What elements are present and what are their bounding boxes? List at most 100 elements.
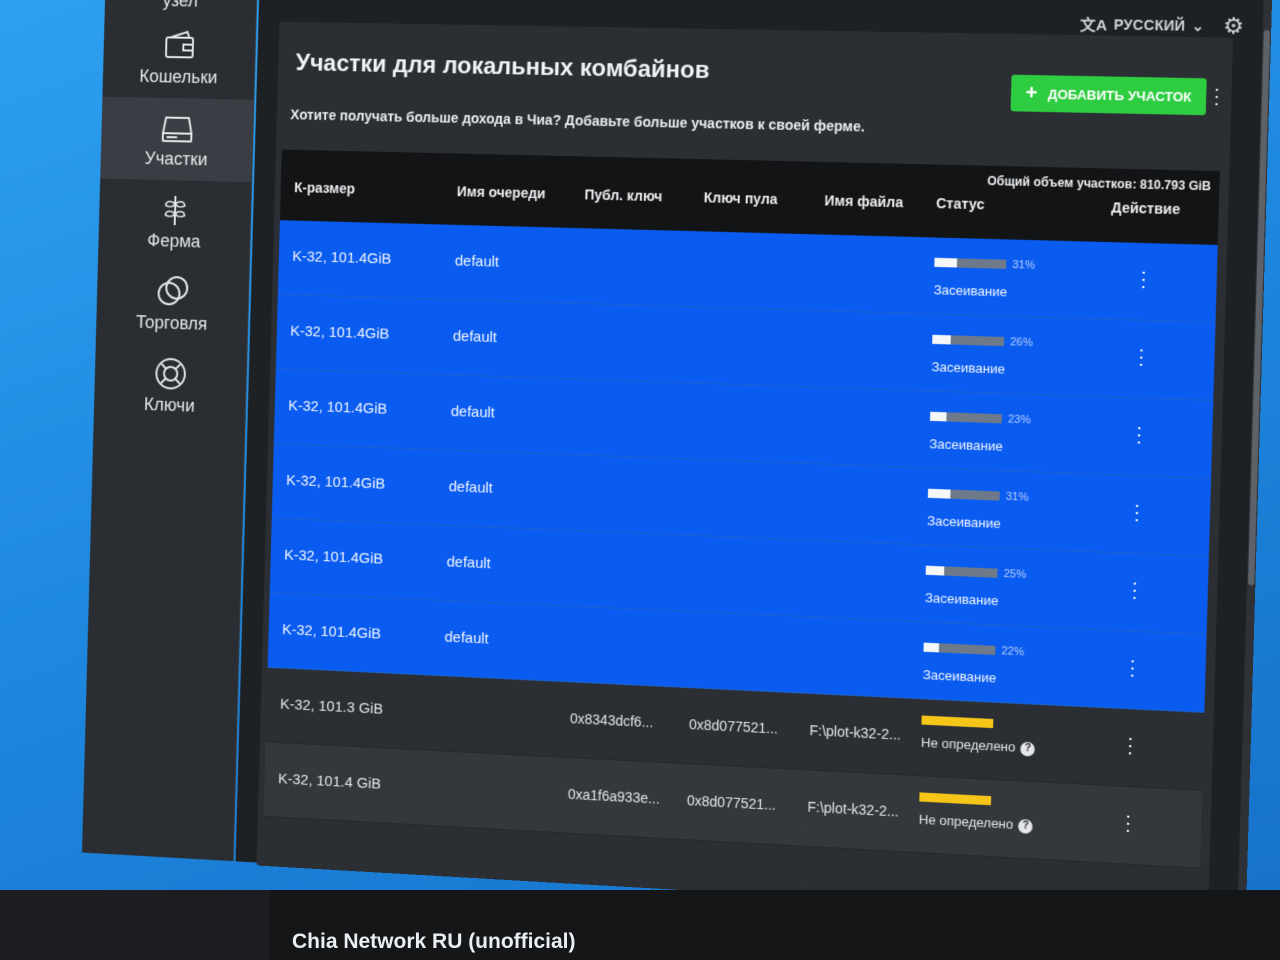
column-header-action: Действие [1111,199,1180,217]
status-label: Засеивание [923,667,1088,690]
row-more-icon[interactable]: ⋮ [1133,269,1154,290]
progress-fill [934,258,956,268]
row-more-icon[interactable]: ⋮ [1124,580,1145,601]
status-bar [919,792,991,805]
sidebar-item-farm[interactable]: Ферма [98,178,251,264]
row-more-icon[interactable]: ⋮ [1117,813,1138,835]
cell-status: 22% Засеивание [923,639,1089,690]
sidebar-item-keys[interactable]: Ключи [94,342,247,429]
cell-queue: default [444,629,488,648]
sidebar-item-label: Участки [101,147,253,171]
cell-queue: default [446,554,490,573]
progress-bar [930,412,1002,424]
sidebar-item-label: Торговля [96,311,247,336]
plus-icon: + [1025,83,1038,104]
progress-bar [926,566,998,578]
sidebar-item-wallets[interactable]: Кошельки [102,15,255,100]
lifebuoy-icon [94,352,246,396]
chevron-down-icon: ⌄ [1191,17,1204,35]
add-plot-label: ДОБАВИТЬ УЧАСТОК [1048,86,1192,104]
sidebar-item-label: Ключи [94,393,245,419]
app-window: узел Кошельки Участки Ферма Торговля Клю… [63,0,1261,919]
row-more-icon[interactable]: ⋮ [1120,735,1141,756]
progress-percent: 31% [1006,490,1029,503]
progress-fill [926,566,944,576]
progress-percent: 25% [1003,568,1026,581]
progress-fill [930,412,947,422]
progress-fill [923,643,939,653]
wallet-icon [103,25,255,67]
cell-pubkey: 0xa1f6a933e... [568,786,660,807]
more-vert-icon[interactable]: ⋮ [1206,87,1228,108]
translate-icon: 文A [1080,13,1108,35]
cell-size: K-32, 101.4 GiB [278,770,381,792]
column-header-status[interactable]: Статус [936,195,985,212]
status-label: Засеивание [927,513,1092,535]
help-icon[interactable]: ? [1020,741,1035,756]
status-label: Засеивание [929,436,1094,457]
sidebar: узел Кошельки Участки Ферма Торговля Клю… [82,0,258,861]
plots-card: Участки для локальных комбайнов Хотите п… [257,22,1234,921]
cell-pubkey: 0x8343dcf6... [570,710,654,730]
language-label: РУССКИЙ [1113,16,1185,34]
cell-filename: F:\plot-k32-2... [809,722,901,743]
sidebar-item-trade[interactable]: Торговля [96,260,249,347]
cell-queue: default [449,478,493,497]
help-icon[interactable]: ? [1018,819,1033,834]
cell-size: K-32, 101.4GiB [292,248,391,268]
progress-bar [932,335,1004,346]
sidebar-item-label: Кошельки [103,66,255,89]
page-subtitle: Хотите получать больше дохода в Чиа? Доб… [290,106,865,134]
cell-status: 26% Засеивание [931,331,1097,380]
harddrive-icon [101,106,253,148]
language-selector[interactable]: 文A РУССКИЙ ⌄ [1080,13,1205,37]
cell-poolkey: 0x8d077521... [687,792,776,813]
add-plot-button[interactable]: + ДОБАВИТЬ УЧАСТОК [1011,75,1207,116]
column-header-queue[interactable]: Имя очереди [457,183,546,201]
page-title: Участки для локальных комбайнов [295,50,710,86]
row-more-icon[interactable]: ⋮ [1126,502,1147,523]
progress-fill [928,489,950,499]
progress-percent: 31% [1012,259,1035,272]
cell-queue: default [453,328,498,346]
cell-status: 23% Засеивание [929,408,1095,458]
cell-status: Не определено? [919,792,1084,836]
column-header-pubkey[interactable]: Публ. ключ [584,186,662,204]
row-more-icon[interactable]: ⋮ [1128,425,1149,446]
progress-percent: 23% [1008,413,1031,426]
cell-queue: default [455,253,500,271]
trade-icon [97,270,249,314]
status-label: Не определено [919,812,1014,832]
status-bar [921,715,993,728]
cell-poolkey: 0x8d077521... [689,716,778,736]
main-content: 文A РУССКИЙ ⌄ ⚙ Участки для локальных ком… [236,0,1264,919]
column-header-filename[interactable]: Имя файла [824,192,903,210]
cell-size: K-32, 101.4GiB [282,621,381,642]
total-plots-size: Общий объем участков: 810.793 GiB [987,174,1211,194]
column-header-poolkey[interactable]: Ключ пула [704,189,778,207]
cell-size: K-32, 101.4GiB [284,547,383,568]
progress-percent: 26% [1010,336,1033,349]
progress-bar [923,643,995,655]
sprout-icon [99,188,251,231]
progress-percent: 22% [1001,645,1024,658]
status-label: Не определено [921,735,1016,755]
cell-status: Не определено? [921,715,1086,758]
row-more-icon[interactable]: ⋮ [1131,347,1152,368]
cell-status: 25% Засеивание [925,562,1091,613]
sidebar-item-plots[interactable]: Участки [100,97,253,182]
sidebar-item-label: Ферма [98,229,250,254]
cell-size: K-32, 101.3 GiB [280,696,383,718]
progress-fill [932,335,951,345]
cell-queue: default [451,403,495,421]
status-label: Засеивание [925,590,1090,612]
taskbar [0,890,1280,960]
status-label: Засеивание [933,282,1098,302]
progress-bar [928,489,1000,501]
cell-size: K-32, 101.4GiB [286,472,385,493]
cell-size: K-32, 101.4GiB [288,397,387,417]
gear-icon[interactable]: ⚙ [1223,13,1244,40]
row-more-icon[interactable]: ⋮ [1122,658,1143,679]
column-header-size[interactable]: К-размер [294,179,355,196]
taskbar-title: Chia Network RU (unofficial) [292,930,576,954]
